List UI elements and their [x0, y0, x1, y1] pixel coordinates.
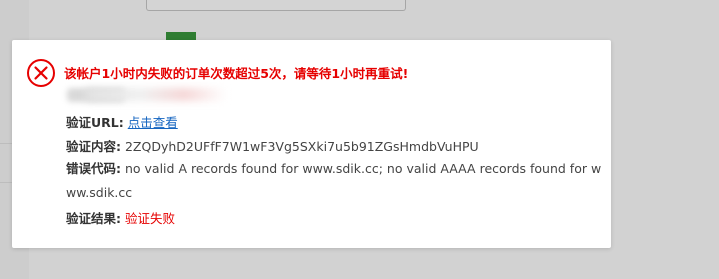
verify-content-label: 验证内容: [66, 139, 121, 154]
page: 该帐户1小时内失败的订单次数超过5次，请等待1小时再重试! 验证URL: 点击查… [0, 0, 719, 279]
error-dialog: 该帐户1小时内失败的订单次数超过5次，请等待1小时再重试! 验证URL: 点击查… [12, 40, 611, 248]
verify-result-row: 验证结果: 验证失败 [66, 208, 175, 227]
error-code-label: 错误代码: [66, 161, 121, 176]
verify-result-label: 验证结果: [66, 211, 121, 226]
redacted-field [86, 88, 226, 101]
verify-url-label: 验证URL: [66, 115, 124, 130]
error-code-value: no valid A records found for www.sdik.cc… [66, 161, 602, 200]
verify-content-row: 验证内容: 2ZQDyhD2UFfF7W1wF3Vg5SXki7u5b91ZGs… [66, 136, 479, 155]
background-input [146, 0, 406, 11]
verify-content-value: 2ZQDyhD2UFfF7W1wF3Vg5SXki7u5b91ZGsHmdbVu… [124, 139, 479, 154]
error-title: 该帐户1小时内失败的订单次数超过5次，请等待1小时再重试! [64, 66, 409, 81]
error-code-row: 错误代码: no valid A records found for www.s… [66, 157, 602, 205]
verify-url-row: 验证URL: 点击查看 [66, 112, 178, 131]
verify-url-link[interactable]: 点击查看 [128, 115, 178, 130]
circle-x-icon [27, 59, 55, 87]
verify-result-value: 验证失败 [124, 211, 175, 226]
